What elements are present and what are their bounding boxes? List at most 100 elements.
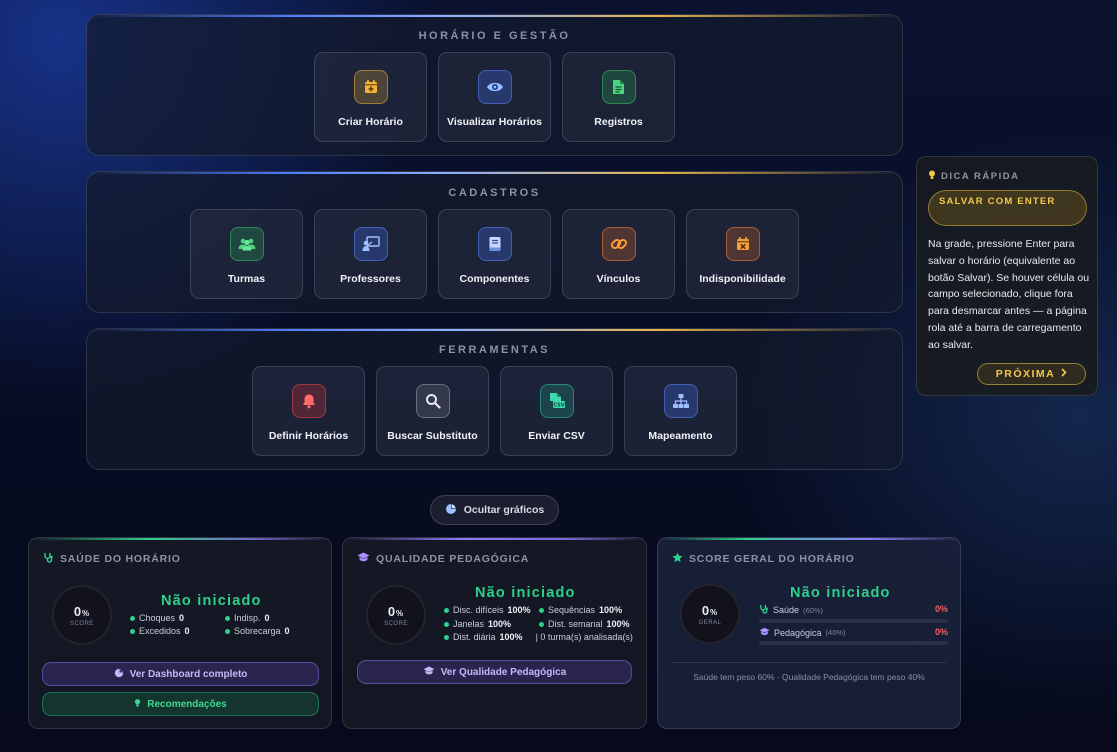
- star-icon: [672, 552, 683, 566]
- score-label: GERAL: [698, 619, 722, 626]
- graduation-cap-icon: [759, 627, 770, 638]
- card-accent-line: [29, 538, 331, 540]
- section-title: FERRAMENTAS: [438, 344, 550, 356]
- tile-label: Indisponibilidade: [699, 273, 786, 285]
- tip-next-label: PRÓXIMA: [995, 368, 1056, 380]
- tile-label: Enviar CSV: [528, 430, 585, 442]
- bar-row-saude: Saúde (60%) 0%: [759, 604, 948, 623]
- tile-componentes[interactable]: Componentes: [438, 209, 551, 299]
- users-icon: [229, 227, 264, 261]
- card-accent-line: [343, 538, 646, 540]
- file-csv-icon: CSV: [539, 384, 574, 418]
- section-accent-line: [87, 15, 902, 17]
- status-text: Não iniciado: [790, 585, 891, 601]
- tip-next-button[interactable]: PRÓXIMA: [977, 363, 1086, 385]
- tile-criar-horario[interactable]: Criar Horário: [314, 52, 427, 142]
- recommendations-button[interactable]: Recomendações: [42, 692, 319, 716]
- weight-footer: Saúde tem peso 60% · Qualidade Pedagógic…: [672, 662, 946, 682]
- stat-dist-semanal: Dist. semanal 100%: [539, 619, 630, 629]
- stat-choques: Choques 0: [130, 613, 184, 623]
- progress-track: [759, 641, 948, 645]
- tile-label: Componentes: [459, 273, 530, 285]
- tile-professores[interactable]: Professores: [314, 209, 427, 299]
- recommendations-button-label: Recomendações: [147, 698, 227, 710]
- tile-label: Professores: [340, 273, 401, 285]
- stethoscope-icon: [759, 604, 769, 616]
- link-icon: [601, 227, 636, 261]
- dashboard-button[interactable]: Ver Dashboard completo: [42, 662, 319, 686]
- section-ferramentas: FERRAMENTAS Definir Horários Buscar Subs…: [86, 328, 903, 470]
- tile-definir-horarios[interactable]: Definir Horários: [252, 366, 365, 456]
- lightbulb-icon: [134, 698, 141, 711]
- tile-indisponibilidade[interactable]: Indisponibilidade: [686, 209, 799, 299]
- hide-charts-label: Ocultar gráficos: [463, 504, 545, 516]
- tile-label: Visualizar Horários: [447, 116, 542, 128]
- tile-buscar-substituto[interactable]: Buscar Substituto: [376, 366, 489, 456]
- stat-indisp: Indisp. 0: [225, 613, 270, 623]
- tile-mapeamento[interactable]: Mapeamento: [624, 366, 737, 456]
- quality-button[interactable]: Ver Qualidade Pedagógica: [357, 660, 632, 684]
- tile-label: Vínculos: [596, 273, 641, 285]
- graduation-cap-icon: [357, 552, 370, 565]
- card-title: SCORE GERAL DO HORÁRIO: [672, 552, 855, 566]
- section-title: CADASTROS: [448, 187, 541, 199]
- tile-label: Registros: [594, 116, 643, 128]
- bar-value: 0%: [934, 627, 948, 637]
- tile-label: Criar Horário: [338, 116, 403, 128]
- score-value: 0%: [73, 603, 91, 619]
- dashboard-button-label: Ver Dashboard completo: [129, 668, 248, 680]
- tile-label: Buscar Substituto: [387, 430, 478, 442]
- score-ring: 0% SCORE: [366, 585, 426, 645]
- calendar-plus-icon: [353, 70, 388, 104]
- card-score-geral: SCORE GERAL DO HORÁRIO 0% GERAL Não inic…: [657, 537, 961, 729]
- score-ring: 0% SCORE: [52, 585, 112, 645]
- score-label: SCORE: [384, 620, 408, 627]
- tile-visualizar-horarios[interactable]: Visualizar Horários: [438, 52, 551, 142]
- tile-label: Definir Horários: [268, 430, 349, 442]
- file-icon: [601, 70, 636, 104]
- bell-icon: [291, 384, 326, 418]
- tip-heading: DICA RÁPIDA: [928, 170, 1019, 183]
- card-title: QUALIDADE PEDAGÓGICA: [357, 552, 529, 565]
- card-title-text: SAÚDE DO HORÁRIO: [60, 553, 181, 565]
- section-horario-gestao: HORÁRIO E GESTÃO Criar Horário Visualiza…: [86, 14, 903, 156]
- card-qualidade-pedagogica: QUALIDADE PEDAGÓGICA 0% SCORE Não inicia…: [342, 537, 647, 729]
- tip-heading-text: DICA RÁPIDA: [941, 171, 1020, 182]
- stat-disc-dificeis: Disc. difíceis 100%: [444, 605, 531, 615]
- card-title-text: SCORE GERAL DO HORÁRIO: [689, 553, 855, 565]
- section-cadastros: CADASTROS Turmas Professores Componentes…: [86, 171, 903, 313]
- graduation-cap-icon: [423, 666, 435, 678]
- card-accent-line: [658, 538, 960, 540]
- progress-track: [759, 619, 948, 623]
- section-accent-line: [87, 172, 902, 174]
- bar-value: 0%: [934, 604, 948, 614]
- section-accent-line: [87, 329, 902, 331]
- chevron-right-icon: [1061, 368, 1067, 380]
- stat-sequencias: Sequências 100%: [539, 605, 622, 615]
- pie-chart-icon: [114, 668, 124, 681]
- tile-label: Turmas: [227, 273, 266, 285]
- lightbulb-icon: [928, 170, 936, 183]
- tile-enviar-csv[interactable]: CSV Enviar CSV: [500, 366, 613, 456]
- pie-chart-icon: [445, 503, 457, 518]
- status-text: Não iniciado: [475, 585, 576, 601]
- stat-dist-diaria: Dist. diária 100% | 0 turma(s) analisada…: [444, 632, 633, 642]
- quick-tip-card: DICA RÁPIDA SALVAR COM ENTER Na grade, p…: [916, 156, 1098, 396]
- stat-janelas: Janelas 100%: [444, 619, 511, 629]
- tile-registros[interactable]: Registros: [562, 52, 675, 142]
- tile-turmas[interactable]: Turmas: [190, 209, 303, 299]
- turmas-analisadas: | 0 turma(s) analisada(s): [535, 632, 633, 642]
- status-text: Não iniciado: [161, 593, 262, 609]
- tile-vinculos[interactable]: Vínculos: [562, 209, 675, 299]
- svg-text:CSV: CSV: [553, 403, 564, 409]
- teacher-board-icon: [353, 227, 388, 261]
- score-label: SCORE: [70, 620, 94, 627]
- bar-row-pedagogica: Pedagógica (40%) 0%: [759, 627, 948, 645]
- section-title: HORÁRIO E GESTÃO: [418, 30, 571, 42]
- card-title-text: QUALIDADE PEDAGÓGICA: [376, 552, 530, 565]
- quality-button-label: Ver Qualidade Pedagógica: [440, 666, 567, 678]
- calendar-x-icon: [725, 227, 760, 261]
- tile-label: Mapeamento: [648, 430, 713, 442]
- hide-charts-toggle[interactable]: Ocultar gráficos: [430, 495, 559, 525]
- tip-title-pill: SALVAR COM ENTER: [928, 190, 1087, 226]
